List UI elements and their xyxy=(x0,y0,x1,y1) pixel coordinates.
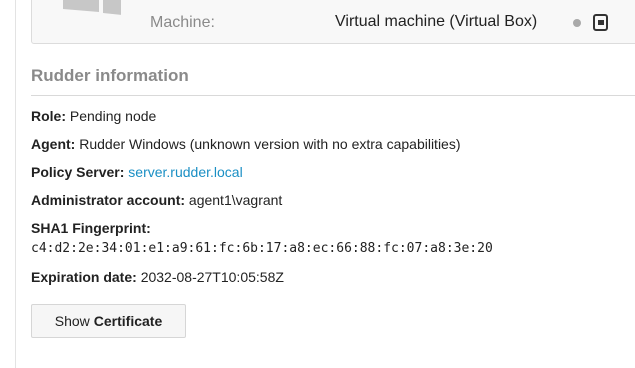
admin-account-row: Administrator account: agent1\vagrant xyxy=(31,192,282,208)
show-certificate-button[interactable]: Show Certificate xyxy=(31,304,186,338)
machine-value: Virtual machine (Virtual Box) xyxy=(335,13,538,30)
status-dot-icon xyxy=(573,19,581,27)
virtual-machine-icon xyxy=(593,14,608,31)
policy-server-link[interactable]: server.rudder.local xyxy=(128,164,242,180)
section-title: Rudder information xyxy=(31,66,189,85)
admin-account-label: Administrator account: xyxy=(31,192,186,208)
windows-logo-icon xyxy=(63,0,121,15)
agent-label: Agent: xyxy=(31,136,76,152)
expiration-value: 2032-08-27T10:05:58Z xyxy=(140,269,284,285)
fingerprint-label-row: SHA1 Fingerprint: xyxy=(31,220,151,236)
show-certificate-button-label: Certificate xyxy=(93,313,163,329)
policy-server-row: Policy Server: server.rudder.local xyxy=(31,164,243,180)
expiration-label: Expiration date: xyxy=(31,269,137,285)
agent-row: Agent: Rudder Windows (unknown version w… xyxy=(31,136,461,152)
show-certificate-button-prefix: Show xyxy=(54,313,90,329)
agent-value: Rudder Windows (unknown version with no … xyxy=(79,136,461,152)
role-value: Pending node xyxy=(69,108,157,124)
machine-label: Machine: xyxy=(150,14,215,31)
left-divider xyxy=(15,0,16,368)
role-label: Role: xyxy=(31,108,66,124)
policy-server-label: Policy Server: xyxy=(31,164,125,180)
fingerprint-value: c4:d2:2e:34:01:e1:a9:61:fc:6b:17:a8:ec:6… xyxy=(31,241,493,256)
role-row: Role: Pending node xyxy=(31,108,156,124)
fingerprint-label: SHA1 Fingerprint: xyxy=(31,220,151,236)
admin-account-value: agent1\vagrant xyxy=(188,192,283,208)
expiration-row: Expiration date: 2032-08-27T10:05:58Z xyxy=(31,269,284,285)
section-divider xyxy=(31,95,635,96)
machine-card xyxy=(31,0,635,44)
